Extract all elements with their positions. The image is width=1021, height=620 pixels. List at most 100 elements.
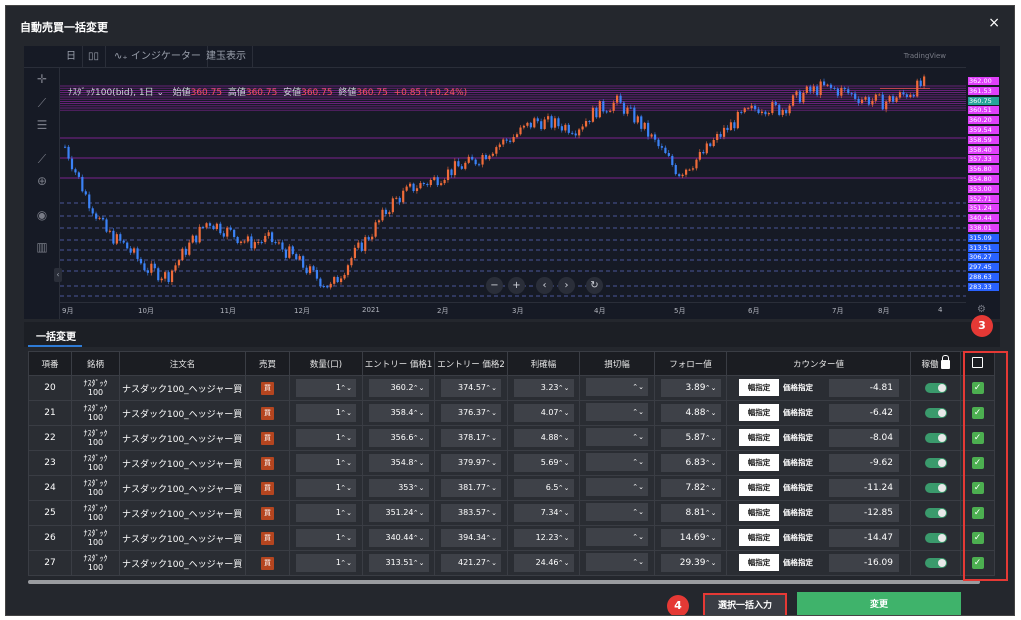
entry2-stepper[interactable]: 421.27 ⌃⌄ (441, 554, 501, 572)
zoom-out-button[interactable]: − (486, 277, 503, 294)
qty-stepper[interactable]: 1 ⌃⌄ (296, 429, 356, 447)
qty-stepper[interactable]: 1 ⌃⌄ (296, 404, 356, 422)
scroll-forward-button[interactable]: › (558, 277, 575, 294)
stepper-arrows-icon[interactable]: ⌃⌄ (485, 404, 497, 422)
row-checkbox[interactable]: ✓ (971, 457, 984, 469)
stepper-arrows-icon[interactable]: ⌃⌄ (558, 529, 570, 547)
lock-icon[interactable] (940, 354, 950, 369)
counter-value[interactable]: -16.09 (829, 554, 899, 572)
stepper-arrows-icon[interactable]: ⌃⌄ (340, 379, 352, 397)
stepper-arrows-icon[interactable]: ⌃⌄ (340, 529, 352, 547)
stepper-arrows-icon[interactable]: ⌃⌄ (340, 554, 352, 572)
stepper-arrows-icon[interactable]: ⌃⌄ (632, 503, 644, 521)
profit-stepper[interactable]: 4.88 ⌃⌄ (513, 429, 574, 447)
row-checkbox[interactable]: ✓ (971, 432, 984, 444)
active-toggle[interactable] (924, 382, 947, 393)
stepper-arrows-icon[interactable]: ⌃⌄ (340, 454, 352, 472)
entry2-stepper[interactable]: 381.77 ⌃⌄ (441, 479, 501, 497)
entry2-stepper[interactable]: 378.17 ⌃⌄ (441, 429, 501, 447)
stepper-arrows-icon[interactable]: ⌃⌄ (632, 453, 644, 471)
qty-stepper[interactable]: 1 ⌃⌄ (296, 379, 356, 397)
stepper-arrows-icon[interactable]: ⌃⌄ (705, 454, 717, 472)
stepper-arrows-icon[interactable]: ⌃⌄ (632, 553, 644, 571)
stepper-arrows-icon[interactable]: ⌃⌄ (558, 429, 570, 447)
active-toggle[interactable] (924, 482, 947, 493)
stepper-arrows-icon[interactable]: ⌃⌄ (485, 529, 497, 547)
counter-value[interactable]: -12.85 (829, 504, 899, 522)
time-axis[interactable]: 9月 10月 11月 12月 2021 2月 3月 4月 5月 6月 7月 8月 4 (60, 302, 966, 319)
stepper-arrows-icon[interactable]: ⌃⌄ (340, 429, 352, 447)
stop-stepper[interactable]: ⌃⌄ (586, 377, 648, 396)
counter-value[interactable]: -11.24 (829, 479, 899, 497)
stepper-arrows-icon[interactable]: ⌃⌄ (413, 479, 425, 497)
price-spec-button[interactable]: 価格指定 (783, 532, 813, 543)
stepper-arrows-icon[interactable]: ⌃⌄ (340, 504, 352, 522)
qty-stepper[interactable]: 1 ⌃⌄ (296, 454, 356, 472)
stepper-arrows-icon[interactable]: ⌃⌄ (632, 428, 644, 446)
stepper-arrows-icon[interactable]: ⌃⌄ (705, 379, 717, 397)
price-axis[interactable]: 362.00 361.53 360.75 360.51 360.20 359.54 358.… (966, 46, 1000, 319)
entry1-stepper[interactable]: 360.2 ⌃⌄ (368, 379, 429, 397)
entry1-stepper[interactable]: 356.6 ⌃⌄ (368, 429, 429, 447)
counter-value[interactable]: -14.47 (829, 529, 899, 547)
range-spec-button[interactable]: 幅指定 (739, 429, 779, 446)
stop-stepper[interactable]: ⌃⌄ (586, 402, 648, 421)
row-checkbox[interactable]: ✓ (971, 532, 984, 544)
stepper-arrows-icon[interactable]: ⌃⌄ (485, 554, 497, 572)
follow-stepper[interactable]: 8.81 ⌃⌄ (660, 504, 721, 522)
price-chart[interactable]: 日 ▯▯ ∿₊ インジケーター 建玉表示 TradingView ✛ ⟋ ☰ ⟋… (24, 46, 1000, 319)
entry2-stepper[interactable]: 383.57 ⌃⌄ (441, 504, 501, 522)
scroll-back-button[interactable]: ‹ (536, 277, 553, 294)
stepper-arrows-icon[interactable]: ⌃⌄ (632, 478, 644, 496)
stepper-arrows-icon[interactable]: ⌃⌄ (413, 554, 425, 572)
stepper-arrows-icon[interactable]: ⌃⌄ (413, 379, 425, 397)
stepper-arrows-icon[interactable]: ⌃⌄ (413, 454, 425, 472)
stepper-arrows-icon[interactable]: ⌃⌄ (632, 528, 644, 546)
candles-icon[interactable]: ▯▯ (82, 46, 107, 68)
range-spec-button[interactable]: 幅指定 (739, 554, 779, 571)
follow-stepper[interactable]: 6.83 ⌃⌄ (660, 454, 721, 472)
follow-stepper[interactable]: 29.39 ⌃⌄ (660, 554, 721, 572)
active-toggle[interactable] (924, 407, 947, 418)
stepper-arrows-icon[interactable]: ⌃⌄ (705, 554, 717, 572)
entry1-stepper[interactable]: 351.24 ⌃⌄ (368, 504, 429, 522)
stepper-arrows-icon[interactable]: ⌃⌄ (413, 429, 425, 447)
stepper-arrows-icon[interactable]: ⌃⌄ (413, 529, 425, 547)
entry1-stepper[interactable]: 354.8 ⌃⌄ (368, 454, 429, 472)
entry1-stepper[interactable]: 353 ⌃⌄ (368, 479, 429, 497)
symbol-dropdown-icon[interactable]: ⌄ (154, 88, 164, 98)
stepper-arrows-icon[interactable]: ⌃⌄ (632, 403, 644, 421)
stepper-arrows-icon[interactable]: ⌃⌄ (485, 504, 497, 522)
bulk-input-button[interactable]: 選択一括入力 (703, 593, 787, 615)
interval-button[interactable]: 日 (60, 46, 83, 68)
range-spec-button[interactable]: 幅指定 (739, 404, 779, 421)
follow-stepper[interactable]: 3.89 ⌃⌄ (660, 379, 721, 397)
stepper-arrows-icon[interactable]: ⌃⌄ (485, 454, 497, 472)
positions-button[interactable]: 建玉表示 (200, 46, 253, 68)
entry2-stepper[interactable]: 379.97 ⌃⌄ (441, 454, 501, 472)
stepper-arrows-icon[interactable]: ⌃⌄ (558, 554, 570, 572)
profit-stepper[interactable]: 24.46 ⌃⌄ (513, 554, 574, 572)
gear-icon[interactable]: ⚙ (977, 304, 986, 315)
range-spec-button[interactable]: 幅指定 (739, 504, 779, 521)
row-checkbox[interactable]: ✓ (971, 407, 984, 419)
stepper-arrows-icon[interactable]: ⌃⌄ (340, 479, 352, 497)
stepper-arrows-icon[interactable]: ⌃⌄ (705, 404, 717, 422)
price-spec-button[interactable]: 価格指定 (783, 382, 813, 393)
qty-stepper[interactable]: 1 ⌃⌄ (296, 479, 356, 497)
stepper-arrows-icon[interactable]: ⌃⌄ (632, 378, 644, 396)
horizontal-scrollbar[interactable] (28, 580, 980, 584)
counter-value[interactable]: -8.04 (829, 429, 899, 447)
close-icon[interactable]: × (988, 15, 1000, 31)
price-spec-button[interactable]: 価格指定 (783, 482, 813, 493)
stepper-arrows-icon[interactable]: ⌃⌄ (705, 479, 717, 497)
range-spec-button[interactable]: 幅指定 (739, 479, 779, 496)
trendline-icon[interactable]: ⟋ (34, 96, 50, 111)
stepper-arrows-icon[interactable]: ⌃⌄ (705, 529, 717, 547)
stepper-arrows-icon[interactable]: ⌃⌄ (413, 504, 425, 522)
profit-stepper[interactable]: 3.23 ⌃⌄ (513, 379, 574, 397)
profit-stepper[interactable]: 6.5 ⌃⌄ (513, 479, 574, 497)
active-toggle[interactable] (924, 432, 947, 443)
entry2-stepper[interactable]: 394.34 ⌃⌄ (441, 529, 501, 547)
stop-stepper[interactable]: ⌃⌄ (586, 427, 648, 446)
